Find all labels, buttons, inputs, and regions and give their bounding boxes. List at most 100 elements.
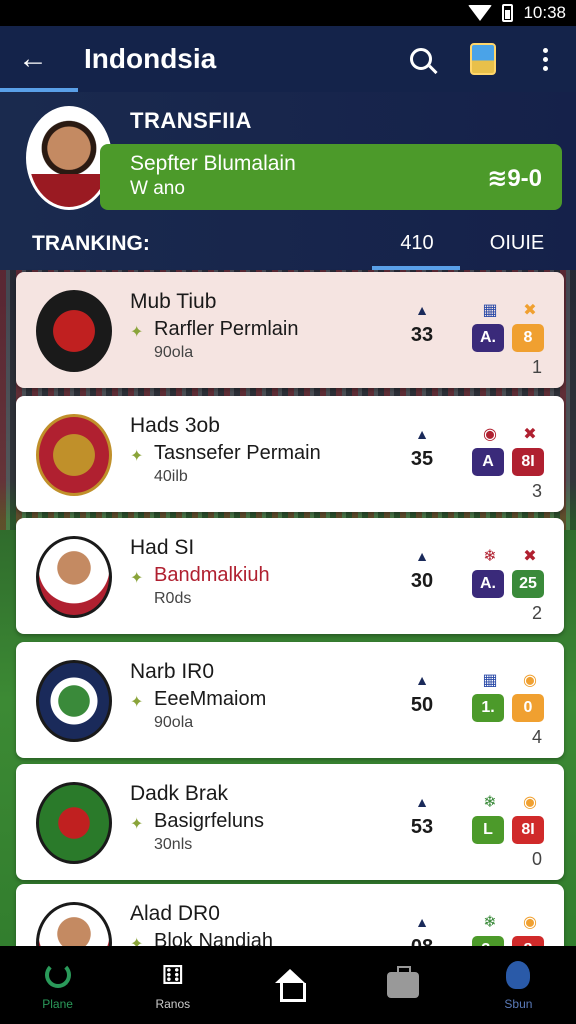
club-name: Hads 3ob <box>130 414 220 437</box>
cross-icon: ✖ <box>523 426 537 443</box>
wifi-icon <box>468 5 493 21</box>
chart-icon: ▦ <box>482 302 498 319</box>
player-detail: 40ilb <box>154 468 188 485</box>
status-time: 10:38 <box>523 3 566 22</box>
shield-icon: ◉ <box>523 672 537 689</box>
more-vert-icon <box>542 47 548 71</box>
transfer-title: TRANSFIIA <box>130 108 252 133</box>
club-name: Narb IR0 <box>130 660 215 683</box>
battery-icon <box>502 4 514 22</box>
stat-value: 53 <box>410 816 434 838</box>
rank-number: 2 <box>531 603 542 623</box>
more-menu-button[interactable] <box>514 26 576 92</box>
rank-number: 0 <box>531 849 542 869</box>
briefcase-icon <box>387 966 420 1001</box>
player-detail: 90ola <box>154 714 194 731</box>
active-tab-indicator <box>372 266 460 270</box>
nav-label: Ranos <box>155 997 191 1011</box>
player-detail: R0ds <box>154 590 192 607</box>
rank-number: 1 <box>531 357 542 377</box>
badge-primary: L <box>472 816 504 844</box>
player-name: Rarfler Permlain <box>154 318 299 340</box>
tab-ranking-1[interactable]: 410 <box>374 232 460 255</box>
list-item[interactable]: Narb IR0 ✦ EeeMmaiom 90ola ▲ 50 ▦ ◉ 1. 0… <box>16 642 564 758</box>
badge-secondary: 8 <box>512 324 544 352</box>
status-bar: 10:38 <box>0 0 576 26</box>
badge-secondary: 0 <box>512 694 544 722</box>
shield-icon: ◉ <box>523 794 537 811</box>
featured-transfer-card[interactable]: Sepfter Blumalain W ano ≋9-0 <box>100 144 562 210</box>
nav-item-sbun[interactable]: Sbun <box>461 946 576 1024</box>
leaf-icon: ✦ <box>130 448 144 465</box>
club-crest <box>36 660 112 742</box>
player-detail: 90ola <box>154 344 194 361</box>
club-crest <box>36 290 112 372</box>
refresh-icon <box>42 959 74 991</box>
app-bar: ← Indondsia <box>0 26 576 92</box>
tab-ranking-2[interactable]: OIUIE <box>474 232 560 255</box>
badge-secondary: 25 <box>512 570 544 598</box>
flame-icon: ❄ <box>483 794 497 811</box>
shield-icon: ◉ <box>523 914 537 931</box>
search-button[interactable] <box>390 26 452 92</box>
badge-primary: A. <box>472 570 504 598</box>
club-name: Alad DR0 <box>130 902 220 925</box>
list-item[interactable]: Mub Tiub ✦ Rarfler Permlain 90ola ▲ 33 ▦… <box>16 272 564 388</box>
list-item[interactable]: Dadk Brak ✦ Basigrfeluns 30nls ▲ 53 ❄ ◉ … <box>16 764 564 880</box>
location-icon <box>502 959 534 991</box>
list-item[interactable]: Hads 3ob ✦ Tasnsefer Permain 40ilb ▲ 35 … <box>16 396 564 512</box>
nav-label: Plane <box>42 997 73 1011</box>
badge-secondary: 8I <box>512 816 544 844</box>
featured-fee: ≋9-0 <box>487 165 542 192</box>
nav-item-plane[interactable]: Plane <box>0 946 115 1024</box>
leaf-icon: ✦ <box>130 570 144 587</box>
stat-value: 50 <box>410 694 434 716</box>
nav-item-ranos[interactable]: ⚅ Ranos <box>115 946 230 1024</box>
stat-icon: ▲ <box>415 672 429 688</box>
stat-icon: ▲ <box>415 548 429 564</box>
player-name: Basigrfeluns <box>154 810 265 832</box>
player-name: Bandmalkiuh <box>154 564 270 586</box>
trophy-icon <box>470 43 496 75</box>
featured-player-name: Sepfter Blumalain <box>130 152 296 175</box>
club-name: Had SI <box>130 536 195 559</box>
featured-player-sub: W ano <box>130 178 185 199</box>
search-icon <box>410 48 432 70</box>
badge-secondary: 8I <box>512 448 544 476</box>
flame-icon: ❄ <box>483 914 497 931</box>
club-name: Mub Tiub <box>130 290 217 313</box>
stat-icon: ▲ <box>415 914 429 930</box>
nav-label: Sbun <box>504 997 533 1011</box>
nav-item-home[interactable] <box>230 946 345 1024</box>
bottom-navigation: Plane ⚅ Ranos Sbun <box>0 946 576 1024</box>
leaf-icon: ✦ <box>130 816 144 833</box>
home-icon <box>272 969 306 1002</box>
ranking-label: TRANKING: <box>32 232 150 255</box>
club-crest <box>36 414 112 496</box>
stat-icon: ▲ <box>415 794 429 810</box>
page-title: Indondsia <box>84 43 217 74</box>
flame-icon: ❄ <box>483 548 497 565</box>
rank-number: 4 <box>531 727 542 747</box>
stat-icon: ▲ <box>415 302 429 318</box>
back-arrow-icon[interactable]: ← <box>0 26 66 92</box>
badge-primary: A. <box>472 324 504 352</box>
rank-number: 3 <box>531 481 542 501</box>
player-name: EeeMmaiom <box>154 688 267 710</box>
badge-primary: A <box>472 448 504 476</box>
club-crest <box>36 782 112 864</box>
trophy-button[interactable] <box>452 26 514 92</box>
club-name: Dadk Brak <box>130 782 229 805</box>
list-item[interactable]: Had SI ✦ Bandmalkiuh R0ds ▲ 30 ❄ ✖ A. 25… <box>16 518 564 634</box>
cross-icon: ✖ <box>523 302 537 319</box>
player-detail: 30nls <box>154 836 193 853</box>
pin-icon: ◉ <box>483 426 497 443</box>
leaf-icon: ✦ <box>130 324 144 341</box>
chart-icon: ▦ <box>482 672 498 689</box>
stat-value: 35 <box>410 448 434 470</box>
player-name: Tasnsefer Permain <box>154 442 321 464</box>
stat-value: 30 <box>410 570 434 592</box>
nav-item-briefcase[interactable] <box>346 946 461 1024</box>
player-photo <box>36 536 112 618</box>
dice-icon: ⚅ <box>161 959 185 990</box>
